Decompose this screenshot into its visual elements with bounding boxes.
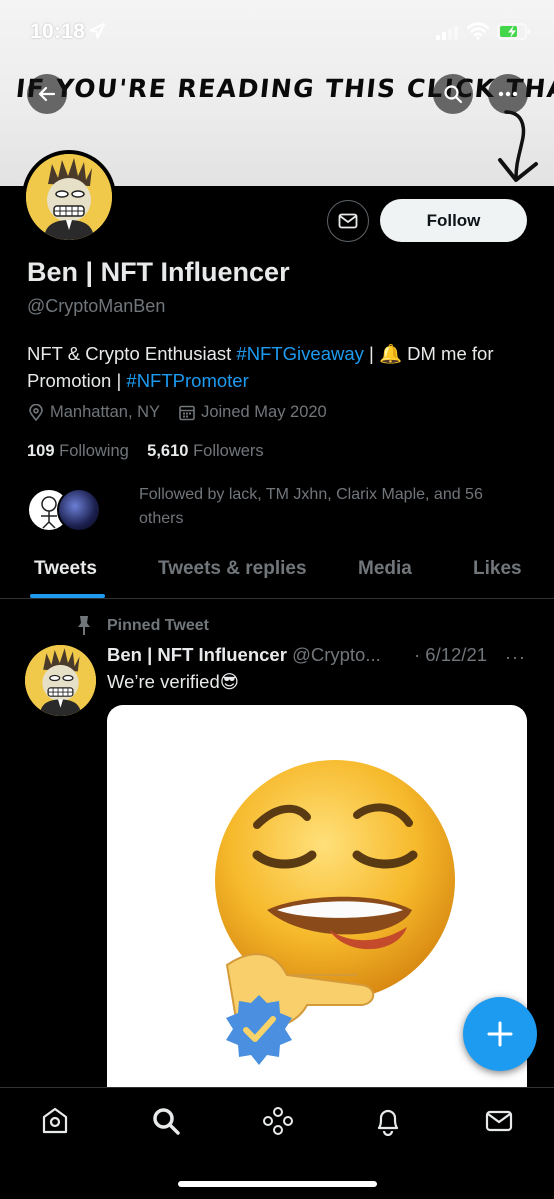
location-arrow-icon (89, 23, 105, 39)
tweet-header: Ben | NFT Influencer @Crypto... (107, 644, 381, 666)
home-icon[interactable] (41, 1106, 69, 1136)
tweet-more-button[interactable]: ··· (505, 647, 526, 668)
tab-tweets-replies[interactable]: Tweets & replies (158, 558, 307, 580)
followers-label: Followers (193, 442, 264, 460)
more-button[interactable] (488, 74, 528, 114)
profile-handle: @CryptoManBen (27, 296, 166, 316)
profile-avatar[interactable] (22, 150, 116, 244)
envelope-icon (338, 213, 358, 229)
search-button[interactable] (433, 74, 473, 114)
profile-tabs: Tweets Tweets & replies Media Likes (0, 552, 554, 599)
signal-icon (436, 26, 458, 40)
calendar-icon (179, 405, 195, 420)
message-button[interactable] (327, 200, 369, 242)
tab-tweets[interactable]: Tweets (34, 558, 97, 580)
home-indicator[interactable] (178, 1181, 377, 1187)
active-tab-indicator (30, 594, 105, 598)
pinned-tweet-label: Pinned Tweet (107, 617, 209, 634)
tweet-date[interactable]: · 6/12/21 (414, 644, 487, 666)
more-icon (498, 91, 518, 97)
profile-meta: Manhattan, NY Joined May 2020 (27, 403, 327, 422)
followers-link[interactable]: 5,610 Followers (147, 442, 264, 460)
notifications-icon[interactable] (373, 1106, 403, 1136)
followers-count: 5,610 (147, 442, 189, 460)
search-icon[interactable] (151, 1106, 181, 1136)
search-icon (444, 85, 463, 104)
profile-bio: NFT & Crypto Enthusiast #NFTGiveaway | 🔔… (27, 340, 527, 394)
compose-tweet-button[interactable] (463, 997, 537, 1071)
follow-counts: 109 Following 5,610 Followers (27, 442, 264, 461)
ape-avatar-image (25, 645, 96, 716)
messages-icon[interactable] (484, 1106, 514, 1136)
location-pin-icon (29, 403, 43, 421)
following-label: Following (59, 442, 129, 460)
tab-media[interactable]: Media (358, 558, 412, 580)
spaces-icon[interactable] (262, 1106, 294, 1136)
following-count: 109 (27, 442, 55, 460)
follow-button[interactable]: Follow (380, 199, 527, 242)
wifi-icon (467, 22, 489, 40)
tweet-author-handle[interactable]: @Crypto... (292, 644, 381, 665)
banner-arrow-drawing (498, 110, 538, 182)
hashtag-link[interactable]: #NFTGiveaway (236, 343, 363, 364)
followed-by-text[interactable]: Followed by lack, TM Jxhn, Clarix Maple,… (139, 483, 529, 531)
ape-avatar-image (26, 154, 112, 240)
status-bar: 10:18 (0, 0, 554, 64)
follower-avatar (57, 488, 101, 532)
back-button[interactable] (27, 74, 67, 114)
bottom-navigation (0, 1087, 554, 1199)
following-link[interactable]: 109 Following (27, 442, 129, 460)
back-icon (38, 86, 56, 102)
profile-location: Manhattan, NY (50, 403, 161, 421)
tab-likes[interactable]: Likes (473, 558, 522, 580)
banner-handwritten-text: IF YOU'RE READING THIS CLICK THAT (14, 74, 554, 103)
pin-icon (78, 616, 90, 635)
battery-charging-icon (497, 23, 530, 40)
tweet-author-name[interactable]: Ben | NFT Influencer (107, 644, 287, 665)
status-time: 10:18 (30, 20, 86, 43)
profile-name: Ben | NFT Influencer (27, 257, 290, 287)
hashtag-link[interactable]: #NFTPromoter (126, 370, 248, 391)
tweet-text: We’re verified😎 (107, 671, 240, 692)
plus-icon (487, 1021, 513, 1047)
tweet-author-avatar[interactable] (25, 645, 96, 716)
profile-joined: Joined May 2020 (201, 403, 327, 421)
bio-text: NFT & Crypto Enthusiast (27, 343, 237, 364)
